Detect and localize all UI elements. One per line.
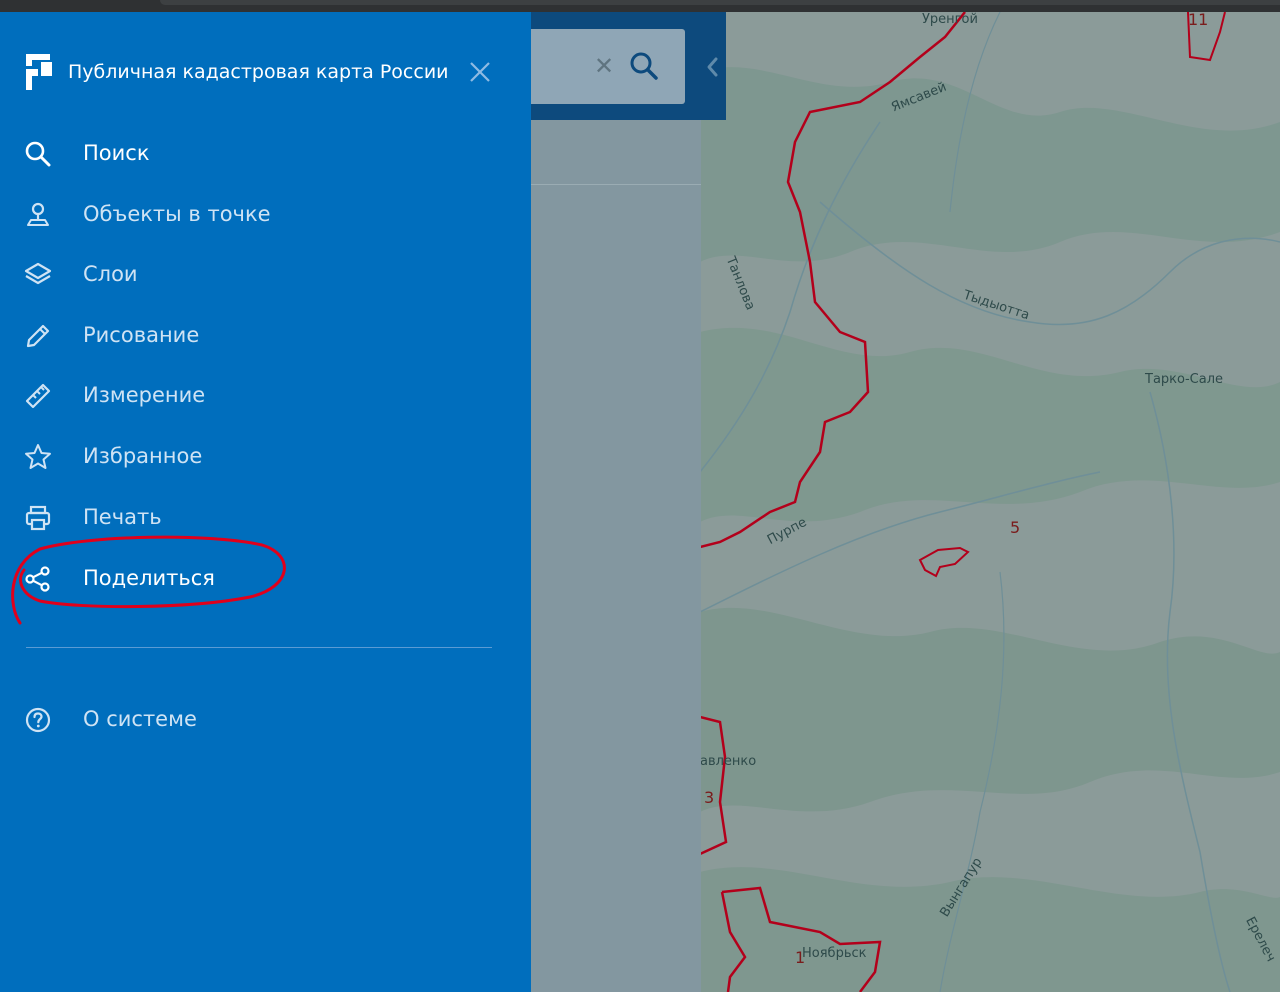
- search-icon: [25, 141, 51, 167]
- menu-item-label: Слои: [83, 262, 138, 286]
- search-button[interactable]: [628, 50, 660, 82]
- rosreestr-logo-icon: [24, 52, 54, 92]
- menu-item-label: Объекты в точке: [83, 202, 271, 226]
- map-label: Уренгой: [922, 12, 978, 27]
- menu-item-drawing[interactable]: Рисование: [0, 310, 531, 360]
- pencil-icon: [26, 324, 50, 348]
- location-pin-icon: [27, 202, 49, 226]
- menu-item-label: Поиск: [83, 141, 150, 165]
- menu-separator: [26, 647, 492, 648]
- menu-item-layers[interactable]: Слои: [0, 249, 531, 299]
- search-icon: [630, 52, 658, 80]
- browser-top-bar: [0, 0, 1280, 12]
- collapse-panel-button[interactable]: [703, 52, 723, 82]
- ruler-icon: [25, 383, 51, 409]
- map-area-number: 1: [795, 948, 806, 967]
- close-menu-button[interactable]: [468, 60, 492, 84]
- menu-item-label: О системе: [83, 707, 197, 731]
- map-area-number: 11: [1188, 12, 1209, 29]
- map-area-number: 5: [1010, 518, 1021, 537]
- search-panel-divider: [531, 184, 701, 185]
- search-results-panel: [531, 12, 701, 992]
- map-label: авленко: [700, 754, 757, 769]
- app-title: Публичная кадастровая карта России: [68, 61, 449, 83]
- menu-item-label: Рисование: [83, 323, 200, 347]
- map-label: Ноябрьск: [802, 946, 867, 961]
- close-icon: [470, 62, 490, 82]
- browser-tab-strip: [160, 0, 1280, 5]
- map-area-number: 3: [704, 788, 715, 807]
- menu-item-label: Измерение: [83, 383, 206, 407]
- map-view[interactable]: Уренгой Ямсавей Танлова Тыдыотта Тарко-С…: [700, 12, 1280, 992]
- map-canvas: [700, 12, 1280, 992]
- help-circle-icon: [25, 707, 51, 733]
- annotation-highlight: [11, 535, 286, 625]
- menu-item-objects-at-point[interactable]: Объекты в точке: [0, 189, 531, 239]
- map-label: Тарко-Сале: [1145, 372, 1224, 387]
- menu-item-about[interactable]: О системе: [0, 694, 531, 744]
- layers-icon: [24, 262, 52, 285]
- clear-icon[interactable]: ✕: [594, 52, 614, 80]
- menu-item-label: Избранное: [83, 444, 203, 468]
- menu-item-favorites[interactable]: Избранное: [0, 431, 531, 481]
- menu-item-search[interactable]: Поиск: [0, 128, 531, 178]
- chevron-left-icon: [707, 57, 718, 77]
- sidebar-menu: Публичная кадастровая карта России Поиск…: [0, 12, 531, 992]
- menu-item-measurement[interactable]: Измерение: [0, 370, 531, 420]
- star-icon: [25, 444, 51, 469]
